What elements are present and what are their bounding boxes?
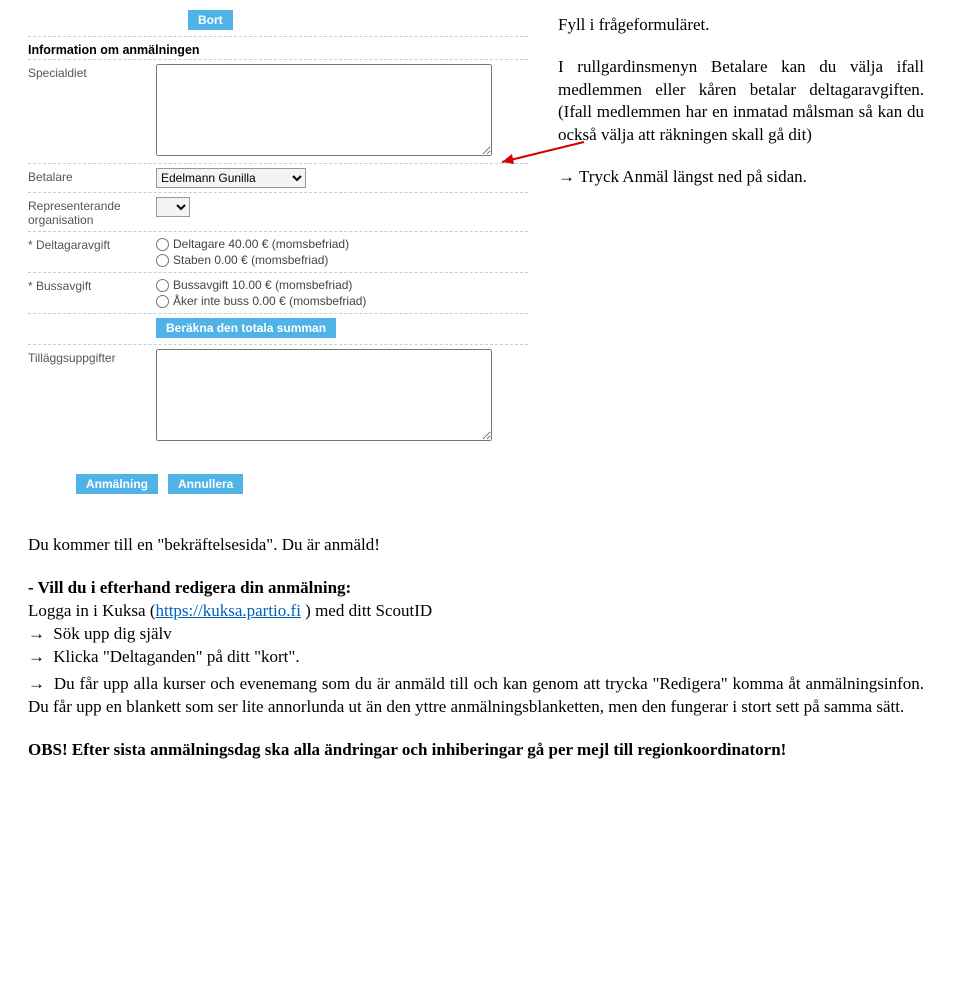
body-line3: Klicka "Deltaganden" på ditt "kort". xyxy=(53,647,299,666)
instructions-body: Du kommer till en "bekräftelsesida". Du … xyxy=(0,494,960,762)
label-specialdiet: Specialdiet xyxy=(28,64,156,80)
arrow-icon: → xyxy=(28,647,45,666)
instructions-side: Fyll i frågeformuläret. I rullgardinsmen… xyxy=(528,0,960,209)
representerande-select[interactable] xyxy=(156,197,190,217)
label-tillagg: Tilläggsuppgifter xyxy=(28,349,156,365)
body-line4: → Du får upp alla kurser och evenemang s… xyxy=(28,673,924,719)
arrow-icon: → xyxy=(558,167,575,186)
deltagaravgift-label-2: Staben 0.00 € (momsbefriad) xyxy=(173,253,328,267)
side-para-3: →Tryck Anmäl längst ned på sidan. xyxy=(558,166,924,188)
side-para-1: Fyll i frågeformuläret. xyxy=(558,14,924,36)
body-heading: - Vill du i efterhand redigera din anmäl… xyxy=(28,578,351,597)
side-para-2: I rullgardinsmenyn Betalare kan du välja… xyxy=(558,56,924,146)
body-obs: OBS! Efter sista anmälningsdag ska alla … xyxy=(28,739,924,762)
section-heading-info: Information om anmälningen xyxy=(28,37,528,60)
deltagaravgift-radio-2[interactable] xyxy=(156,254,169,267)
body-line2: Sök upp dig själv xyxy=(53,624,172,643)
submit-button[interactable]: Anmälning xyxy=(76,474,158,494)
deltagaravgift-label-1: Deltagare 40.00 € (momsbefriad) xyxy=(173,237,349,251)
label-representerande: Representerande organisation xyxy=(28,197,156,227)
calculate-total-button[interactable]: Beräkna den totala summan xyxy=(156,318,336,338)
bussavgift-label-2: Åker inte buss 0.00 € (momsbefriad) xyxy=(173,294,366,308)
body-line1-pre: Logga in i Kuksa ( xyxy=(28,601,155,620)
label-deltagaravgift: * Deltagaravgift xyxy=(28,236,156,252)
body-line1-post: ) med ditt ScoutID xyxy=(301,601,432,620)
arrow-icon: → xyxy=(28,674,45,693)
bussavgift-label-1: Bussavgift 10.00 € (momsbefriad) xyxy=(173,278,352,292)
deltagaravgift-option-1[interactable]: Deltagare 40.00 € (momsbefriad) xyxy=(156,236,528,252)
bussavgift-option-1[interactable]: Bussavgift 10.00 € (momsbefriad) xyxy=(156,277,528,293)
bussavgift-radio-2[interactable] xyxy=(156,295,169,308)
deltagaravgift-option-2[interactable]: Staben 0.00 € (momsbefriad) xyxy=(156,252,528,268)
cancel-button[interactable]: Annullera xyxy=(168,474,243,494)
remove-button[interactable]: Bort xyxy=(188,10,233,30)
kuksa-link[interactable]: https://kuksa.partio.fi xyxy=(155,601,300,620)
label-betalare: Betalare xyxy=(28,168,156,184)
bussavgift-option-2[interactable]: Åker inte buss 0.00 € (momsbefriad) xyxy=(156,293,528,309)
label-bussavgift: * Bussavgift xyxy=(28,277,156,293)
body-para-1: Du kommer till en "bekräftelsesida". Du … xyxy=(28,534,924,557)
tillagg-textarea[interactable] xyxy=(156,349,492,441)
deltagaravgift-radio-1[interactable] xyxy=(156,238,169,251)
arrow-icon: → xyxy=(28,624,45,643)
registration-form: Bort Information om anmälningen Speciald… xyxy=(0,0,528,494)
bussavgift-radio-1[interactable] xyxy=(156,279,169,292)
specialdiet-textarea[interactable] xyxy=(156,64,492,156)
betalare-select[interactable]: Edelmann Gunilla xyxy=(156,168,306,188)
